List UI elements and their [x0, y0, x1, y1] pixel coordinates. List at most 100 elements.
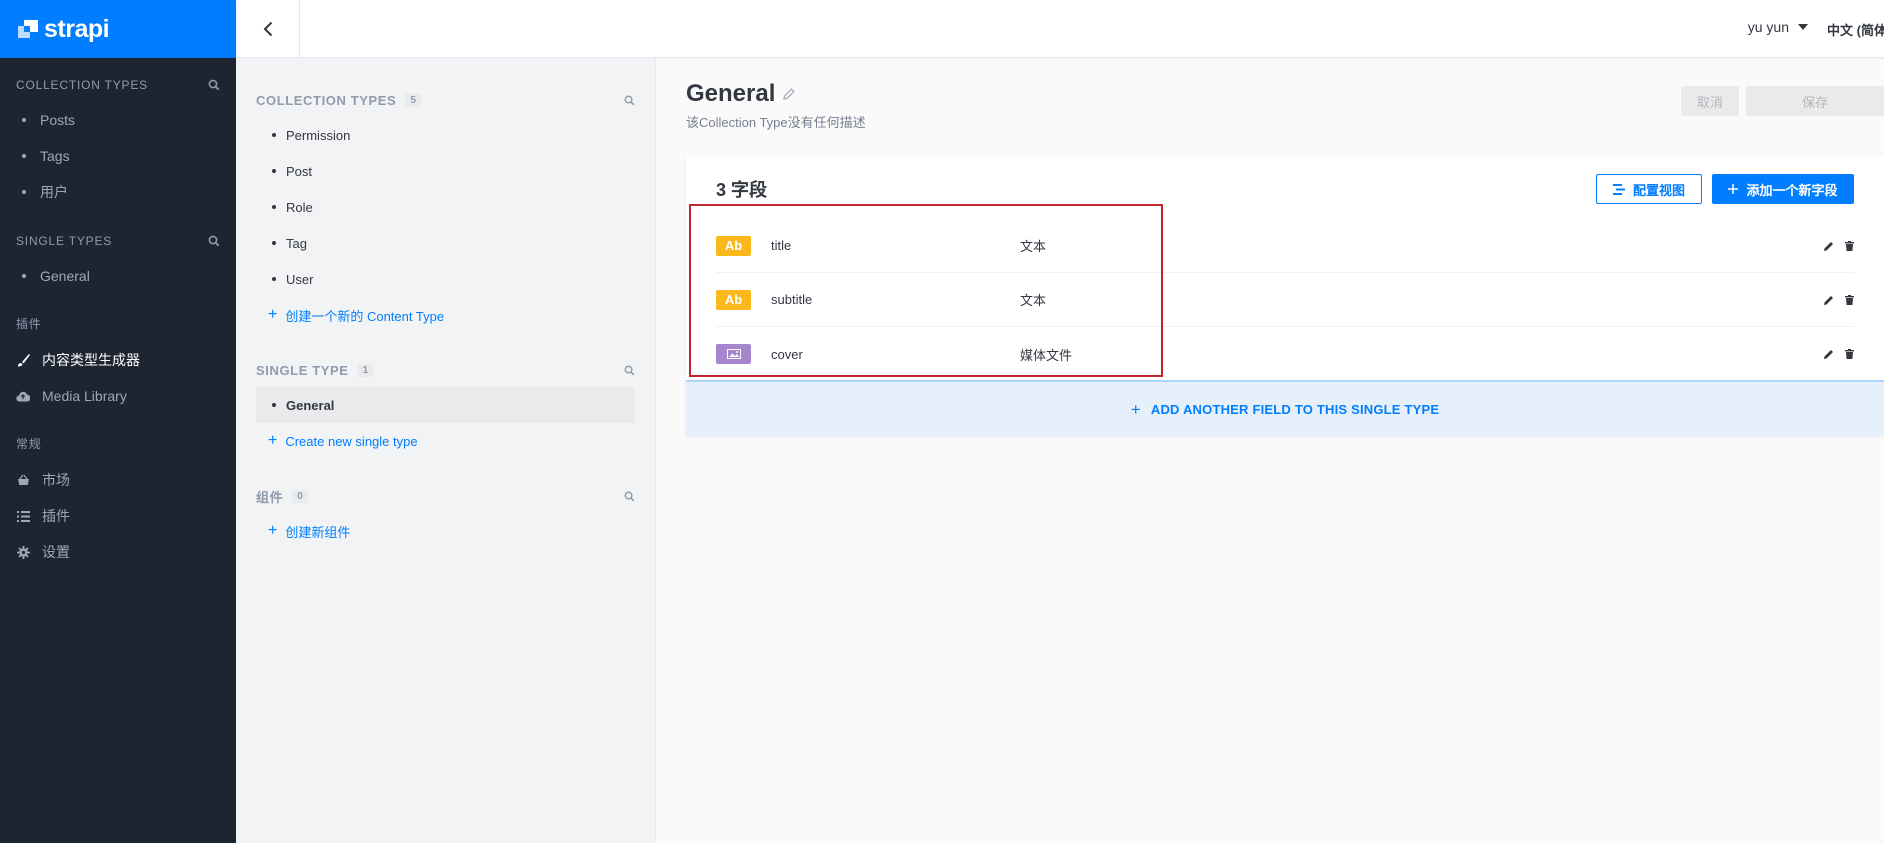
nav-item-tags[interactable]: Tags — [16, 138, 220, 174]
nav-section-header: SINGLE TYPES — [16, 232, 220, 250]
add-another-field-button[interactable]: + ADD ANOTHER FIELD TO THIS SINGLE TYPE — [686, 380, 1884, 436]
create-content-type-link[interactable]: + 创建一个新的 Content Type — [256, 297, 635, 333]
plus-icon: + — [268, 432, 278, 449]
subnav-item-label: General — [286, 397, 335, 413]
section-title-text: COLLECTION TYPES — [256, 92, 397, 108]
nav-item-label: General — [40, 268, 90, 284]
nav-item-marketplace[interactable]: 市场 — [16, 462, 220, 498]
nav-item-users[interactable]: 用户 — [16, 174, 220, 210]
create-single-type-link[interactable]: + Create new single type — [256, 423, 635, 459]
layout-icon — [1612, 183, 1625, 195]
plus-icon: + — [268, 522, 278, 539]
nav-item-general[interactable]: General — [16, 258, 220, 294]
plus-icon: + — [1130, 399, 1141, 419]
button-label: ADD ANOTHER FIELD TO THIS SINGLE TYPE — [1150, 401, 1440, 417]
subnav-item-user[interactable]: User — [256, 261, 635, 297]
top-bar: yu yun 中文 (简体) — [236, 0, 1884, 58]
search-icon[interactable] — [624, 491, 635, 502]
nav-collection-types: COLLECTION TYPES Posts Tags 用户 — [0, 76, 236, 210]
main-content: General 该Collection Type没有任何描述 取消 保存 3 字… — [656, 58, 1884, 843]
bullet-icon — [272, 205, 276, 209]
count-badge: 0 — [292, 489, 308, 503]
trash-icon[interactable] — [1845, 349, 1854, 359]
field-row-cover[interactable]: cover 媒体文件 — [716, 327, 1854, 381]
bullet-icon — [272, 169, 276, 173]
back-button[interactable] — [236, 0, 300, 58]
field-name: title — [771, 238, 792, 253]
bullet-icon — [22, 190, 26, 194]
subnav-section-header: 组件 0 — [256, 487, 635, 505]
edit-pencil-icon[interactable] — [1824, 241, 1834, 251]
user-name: yu yun — [1747, 19, 1789, 35]
left-navigation: strapi COLLECTION TYPES Posts Tags 用户 SI… — [0, 0, 236, 843]
trash-icon[interactable] — [1845, 240, 1854, 251]
add-field-button[interactable]: 添加一个新字段 — [1712, 174, 1854, 204]
nav-general: 常规 市场 插件 设置 — [0, 434, 236, 570]
cancel-button[interactable]: 取消 — [1681, 86, 1739, 116]
caret-down-icon — [1798, 24, 1808, 30]
edit-pencil-icon[interactable] — [1824, 295, 1834, 305]
field-row-subtitle[interactable]: Ab subtitle 文本 — [716, 273, 1854, 327]
save-button[interactable]: 保存 — [1746, 86, 1884, 116]
user-menu[interactable]: yu yun — [1748, 19, 1808, 35]
subnav-components: 组件 0 + 创建新组件 — [236, 487, 655, 549]
subnav-section-title: COLLECTION TYPES 5 — [256, 93, 421, 108]
bullet-icon — [22, 154, 26, 158]
basket-icon — [16, 473, 30, 487]
chevron-left-icon — [263, 21, 272, 37]
bullet-icon — [272, 277, 276, 281]
cloud-upload-icon — [16, 389, 30, 403]
button-label: 添加一个新字段 — [1746, 182, 1838, 198]
nav-item-plugins[interactable]: 插件 — [16, 498, 220, 534]
nav-section-header: COLLECTION TYPES — [16, 76, 220, 94]
subnav-item-role[interactable]: Role — [256, 189, 635, 225]
brand-name: strapi — [44, 14, 110, 43]
subnav-item-post[interactable]: Post — [256, 153, 635, 189]
subnav-collection-types: COLLECTION TYPES 5 Permission Post Role T… — [236, 91, 655, 333]
nav-item-posts[interactable]: Posts — [16, 102, 220, 138]
subnav-section-title: SINGLE TYPE 1 — [256, 362, 374, 378]
trash-icon[interactable] — [1845, 294, 1854, 305]
pencil-icon[interactable] — [783, 88, 796, 100]
subnav-item-general[interactable]: General — [256, 387, 635, 423]
nav-section-header: 插件 — [16, 314, 220, 332]
row-actions — [1824, 240, 1854, 251]
field-type: 媒体文件 — [1020, 347, 1073, 363]
nav-item-label: 插件 — [42, 508, 70, 524]
bullet-icon — [272, 403, 276, 407]
search-icon[interactable] — [624, 95, 635, 106]
strapi-logo-icon — [18, 20, 38, 38]
nav-section-title: COLLECTION TYPES — [16, 78, 148, 92]
button-label: 配置视图 — [1632, 182, 1685, 198]
subnav-item-tag[interactable]: Tag — [256, 225, 635, 261]
list-icon — [16, 509, 30, 523]
nav-item-media-library[interactable]: Media Library — [16, 378, 220, 414]
page-title-text: General — [686, 80, 776, 107]
search-icon[interactable] — [624, 365, 635, 376]
subnav-item-permission[interactable]: Permission — [256, 117, 635, 153]
nav-item-label: 用户 — [40, 184, 68, 200]
nav-item-label: Posts — [40, 112, 76, 128]
field-type: 文本 — [1020, 293, 1047, 308]
paintbrush-icon — [16, 353, 30, 367]
row-actions — [1824, 294, 1854, 305]
language-selector[interactable]: 中文 (简体) — [1827, 20, 1884, 39]
search-icon[interactable] — [208, 79, 220, 91]
plus-icon: + — [268, 306, 278, 323]
subnav-item-label: Tag — [286, 235, 307, 251]
nav-item-label: 设置 — [42, 544, 70, 560]
field-row-title[interactable]: Ab title 文本 — [716, 219, 1854, 273]
nav-item-settings[interactable]: 设置 — [16, 534, 220, 570]
nav-item-label: Tags — [40, 148, 70, 164]
edit-pencil-icon[interactable] — [1824, 349, 1834, 359]
link-label: 创建一个新的 Content Type — [285, 308, 445, 324]
nav-item-content-type-builder[interactable]: 内容类型生成器 — [16, 342, 220, 378]
search-icon[interactable] — [208, 235, 220, 247]
brand-header[interactable]: strapi — [0, 0, 236, 58]
create-component-link[interactable]: + 创建新组件 — [256, 513, 635, 549]
media-type-icon — [716, 344, 751, 364]
section-title-text: SINGLE TYPE — [256, 362, 349, 378]
configure-view-button[interactable]: 配置视图 — [1596, 174, 1702, 204]
field-list: Ab title 文本 Ab subtitle 文本 cover 媒体文件 — [716, 219, 1854, 381]
field-name: cover — [771, 346, 803, 362]
